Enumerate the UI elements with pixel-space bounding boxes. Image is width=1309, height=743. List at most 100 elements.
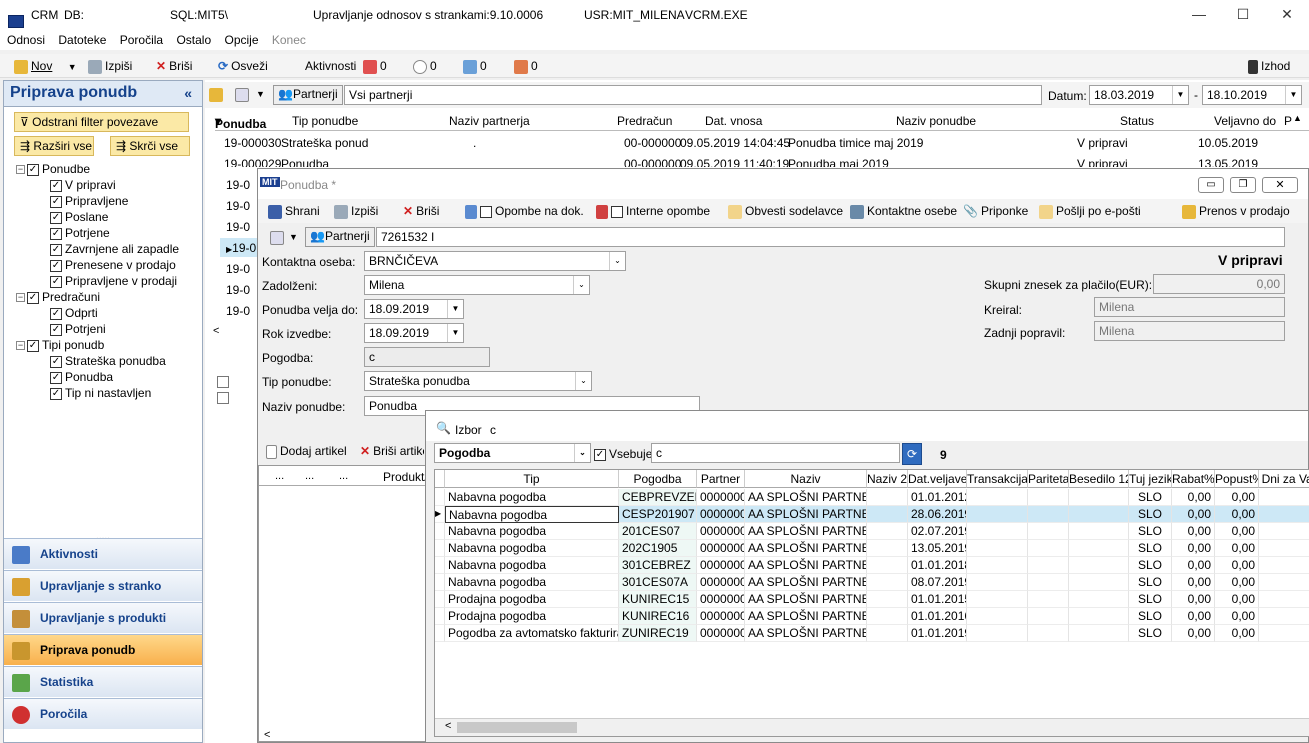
tree-node-tip-ni-nastavljen[interactable]: ✓ Tip ni nastavljen [50, 385, 151, 401]
table-cell[interactable]: AA SPLOŠNI PARTNER [745, 506, 867, 523]
table-cell[interactable]: 01.01.2019 [908, 625, 967, 642]
table-cell[interactable] [1069, 557, 1129, 574]
contact-person-select[interactable]: BRNČIČEVA ⌄ [364, 251, 626, 271]
refresh-button[interactable]: ⟳ [902, 443, 922, 465]
table-cell[interactable]: Pogodba za avtomatsko fakturiranje [445, 625, 619, 642]
table-cell[interactable]: 28.06.2019 [908, 506, 967, 523]
scroll-left-icon[interactable]: < [264, 729, 270, 741]
table-row[interactable]: 19-000030 Strateška ponudb . 00-000000 0… [215, 132, 1309, 153]
table-cell[interactable]: 0,00 [1172, 557, 1215, 574]
minimize-button[interactable]: — [1188, 4, 1210, 24]
col-besedilo-12[interactable]: Besedilo 12 [1069, 470, 1129, 488]
table-cell[interactable] [967, 625, 1028, 642]
table-cell[interactable] [1028, 489, 1069, 506]
table-cell[interactable]: 0000000 [697, 608, 745, 625]
table-cell[interactable] [1028, 608, 1069, 625]
document-icon[interactable] [270, 231, 284, 245]
table-cell[interactable]: SLO [1129, 608, 1172, 625]
table-cell[interactable]: 0,00 [1215, 489, 1259, 506]
table-cell[interactable]: Nabavna pogodba [445, 574, 619, 591]
new-offer-icon[interactable] [209, 88, 223, 102]
col-rabat[interactable]: Rabat% [1172, 470, 1215, 488]
contract-type-select[interactable]: Pogodba ⌄ [434, 443, 591, 463]
remove-filter-button[interactable]: ⊽ Odstrani filter povezave [14, 112, 189, 132]
table-cell[interactable]: 0,00 [1172, 608, 1215, 625]
menu-porocila[interactable]: Poročila [120, 33, 163, 47]
minimize-button[interactable]: ▭ [1198, 177, 1224, 193]
tree-node-pripravljene-prodaji[interactable]: ✓ Pripravljene v prodaji [50, 273, 177, 289]
table-cell[interactable] [867, 540, 908, 557]
col-p[interactable]: P [1284, 114, 1292, 128]
maximize-button[interactable]: ☐ [1232, 4, 1254, 24]
tree-node-zavrnjene[interactable]: ✓ Zavrnjene ali zapadle [50, 241, 179, 257]
table-cell[interactable]: 01.01.2016 [908, 608, 967, 625]
table-cell[interactable] [867, 574, 908, 591]
table-cell[interactable] [1069, 523, 1129, 540]
scroll-left-icon[interactable]: < [213, 325, 219, 337]
tree-node-prenesene[interactable]: ✓ Prenesene v prodajo [50, 257, 176, 273]
table-cell[interactable] [1259, 591, 1309, 608]
col-dat-vnosa[interactable]: Dat. vnosa [705, 114, 762, 128]
table-cell[interactable]: 301CEBREZ [619, 557, 697, 574]
table-cell[interactable]: 0000000 [697, 625, 745, 642]
table-cell[interactable]: Nabavna pogodba [445, 506, 619, 523]
table-cell[interactable]: 0,00 [1215, 523, 1259, 540]
table-cell[interactable]: AA SPLOŠNI PARTNER [745, 591, 867, 608]
notify-colleagues-button[interactable]: Obvesti sodelavce [728, 203, 843, 219]
table-row[interactable]: 19-000029 Ponudba 00-000000 09.05.2019 1… [215, 153, 1309, 167]
close-button[interactable]: ✕ [1262, 177, 1298, 193]
table-cell[interactable] [967, 608, 1028, 625]
table-cell[interactable] [1259, 557, 1309, 574]
menu-ostalo[interactable]: Ostalo [176, 33, 211, 47]
table-cell[interactable]: 0,00 [1215, 591, 1259, 608]
add-item-button[interactable]: Dodaj artikel [266, 443, 347, 459]
table-cell[interactable] [867, 608, 908, 625]
col-naziv-partnerja[interactable]: Naziv partnerja [449, 114, 530, 128]
table-cell[interactable]: Nabavna pogodba [445, 540, 619, 557]
chevron-down-icon[interactable]: ⌄ [574, 444, 590, 462]
col-dat-veljave[interactable]: Dat.veljave [908, 470, 967, 488]
deadline-date[interactable]: 18.09.2019 ▼ [364, 323, 464, 343]
table-cell[interactable] [1259, 608, 1309, 625]
tree-node-poslane[interactable]: ✓ Poslane [50, 209, 108, 225]
col-ponudba[interactable]: Ponudba ▾ [215, 114, 266, 131]
table-cell[interactable]: 0000000 [697, 523, 745, 540]
chevron-down-icon[interactable]: ⌄ [573, 276, 589, 294]
print-button[interactable]: Izpiši [88, 58, 132, 74]
chevron-down-icon[interactable]: ▼ [68, 62, 77, 72]
table-cell[interactable]: CEBPREVZEM [619, 489, 697, 506]
table-cell[interactable] [1028, 574, 1069, 591]
row-checkbox[interactable] [217, 392, 229, 404]
col-tip-ponudbe[interactable]: Tip ponudbe [292, 114, 358, 128]
partners-button[interactable]: 👥Partnerji [305, 227, 375, 247]
table-cell[interactable]: 01.01.2015 [908, 591, 967, 608]
activity-count-3[interactable]: 0 [463, 58, 487, 74]
date-to-field[interactable]: 18.10.2019 ▼ [1202, 85, 1302, 105]
table-cell[interactable]: Prodajna pogodba [445, 591, 619, 608]
table-cell[interactable] [1259, 574, 1309, 591]
col-pogodba[interactable]: Pogodba [619, 470, 697, 488]
col-dni-za-val[interactable]: Dni za Val [1259, 470, 1309, 488]
send-email-button[interactable]: Pošlji po e-pošti [1039, 203, 1141, 219]
horizontal-scrollbar[interactable]: < [435, 718, 1309, 736]
table-cell[interactable]: 0000000 [697, 591, 745, 608]
collapse-panel-icon[interactable]: « [184, 85, 192, 101]
table-cell[interactable]: 0,00 [1215, 557, 1259, 574]
table-cell[interactable]: AA SPLOŠNI PARTNER [745, 523, 867, 540]
table-cell[interactable]: 01.01.2012 [908, 489, 967, 506]
scroll-left-icon[interactable]: < [445, 720, 451, 732]
table-cell[interactable] [1069, 574, 1129, 591]
scrollbar-thumb[interactable] [457, 722, 577, 733]
table-cell[interactable]: 0000000 [697, 557, 745, 574]
table-cell[interactable]: 08.07.2019 [908, 574, 967, 591]
table-cell[interactable]: Prodajna pogodba [445, 608, 619, 625]
table-cell[interactable]: AA SPLOŠNI PARTNER [745, 557, 867, 574]
contains-toggle[interactable]: ✓ Vsebuje [594, 447, 652, 461]
partner-input[interactable]: 7261532 I [376, 227, 1285, 247]
table-cell[interactable] [967, 591, 1028, 608]
nav-priprava-ponudb[interactable]: Priprava ponudb [4, 634, 202, 665]
col-partner[interactable]: Partner [697, 470, 745, 488]
collapse-all-button[interactable]: ⇶ Skrči vse [110, 136, 190, 156]
valid-until-date[interactable]: 18.09.2019 ▼ [364, 299, 464, 319]
table-cell[interactable]: 0000000 [697, 574, 745, 591]
